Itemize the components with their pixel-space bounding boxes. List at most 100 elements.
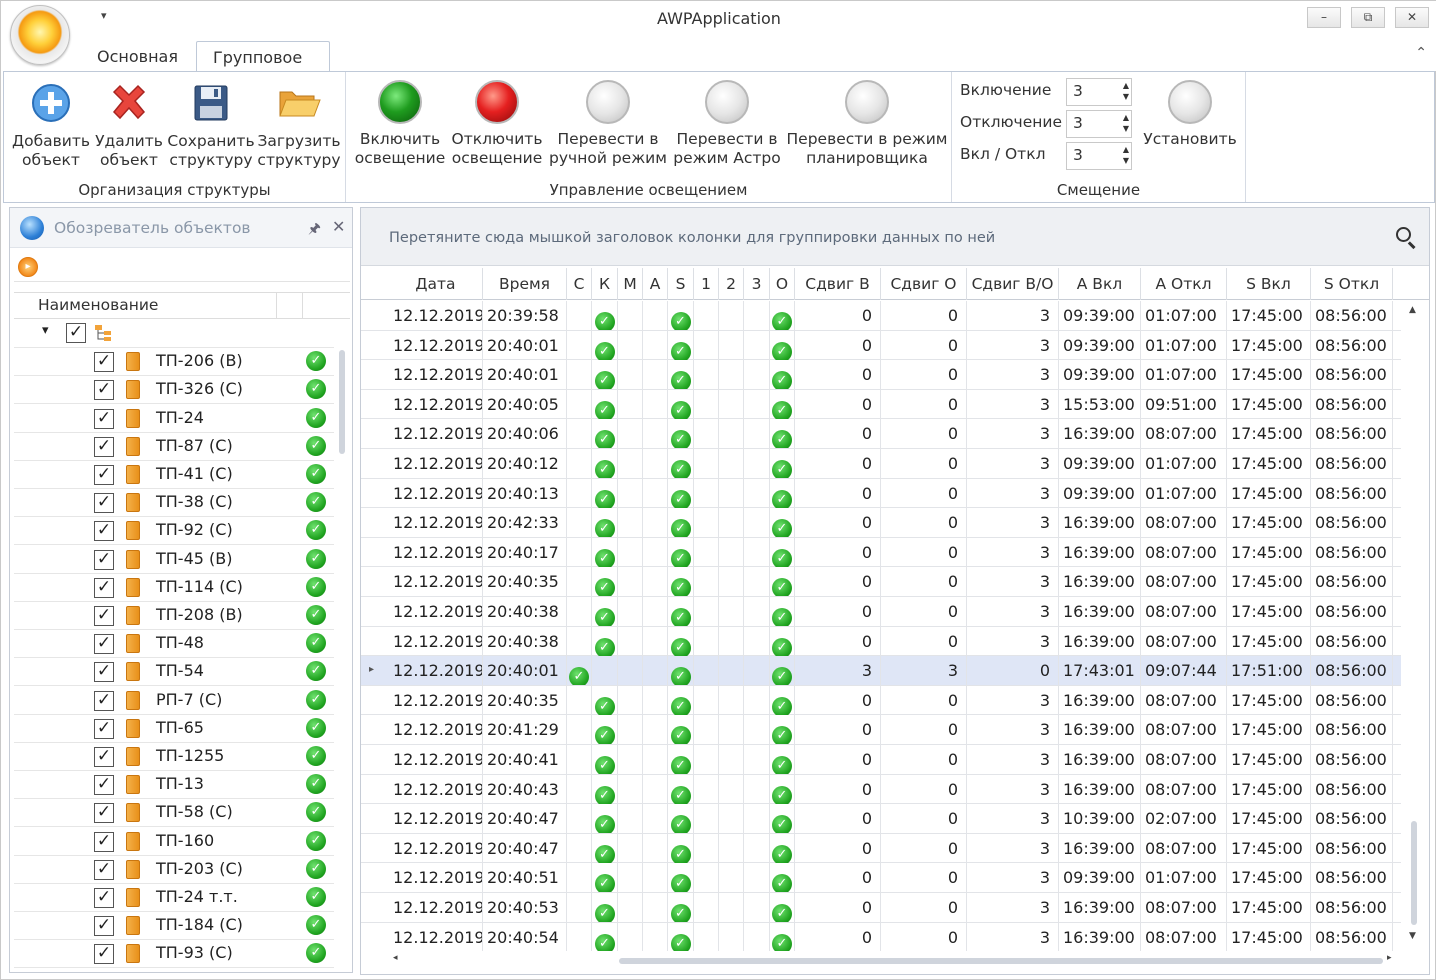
cell-svo[interactable]: 3 bbox=[967, 419, 1059, 449]
tree-item[interactable]: ✓ ТП-87 (С) ✓ bbox=[14, 433, 334, 461]
checkbox[interactable]: ✓ bbox=[94, 577, 114, 598]
cell-flag[interactable] bbox=[694, 922, 719, 951]
cell-aotkl[interactable]: 08:07:00 bbox=[1141, 567, 1227, 597]
cell-so[interactable]: 0 bbox=[881, 419, 967, 449]
cell-time[interactable]: 20:40:01 bbox=[483, 330, 567, 360]
checkbox[interactable]: ✓ bbox=[94, 662, 114, 683]
cell-flag[interactable]: ✓ bbox=[770, 360, 795, 390]
cell-svo[interactable]: 3 bbox=[967, 922, 1059, 951]
cell-flag[interactable] bbox=[567, 597, 592, 626]
cell-flag[interactable] bbox=[719, 508, 744, 538]
scheduler-mode-button[interactable]: Перевести в режим планировщика bbox=[784, 80, 950, 168]
grid-hscroll-thumb[interactable] bbox=[619, 958, 1383, 964]
on-offset-spinner[interactable]: 3 ▲ ▼ bbox=[1066, 78, 1132, 106]
cell-time[interactable]: 20:40:53 bbox=[483, 893, 567, 922]
table-row[interactable]: 12.12.2019 20:42:33 ✓ ✓ ✓ 0 0 3 16:39:00 08:07:00… bbox=[361, 508, 1401, 538]
cell-avkl[interactable]: 16:39:00 bbox=[1059, 597, 1141, 626]
cell-flag[interactable] bbox=[744, 508, 770, 538]
cell-flag[interactable] bbox=[744, 537, 770, 567]
cell-flag[interactable] bbox=[643, 656, 668, 686]
cell-avkl[interactable]: 16:39:00 bbox=[1059, 893, 1141, 922]
cell-flag[interactable] bbox=[694, 863, 719, 893]
cell-flag[interactable] bbox=[719, 774, 744, 804]
cell-svkl[interactable]: 17:45:00 bbox=[1227, 745, 1311, 774]
cell-flag[interactable]: ✓ bbox=[592, 301, 618, 330]
cell-flag[interactable] bbox=[618, 597, 643, 626]
cell-sotkl[interactable]: 08:56:00 bbox=[1311, 301, 1393, 330]
cell-flag[interactable] bbox=[694, 715, 719, 745]
cell-sotkl[interactable]: 08:56:00 bbox=[1311, 863, 1393, 893]
cell-flag[interactable] bbox=[694, 330, 719, 360]
cell-flag[interactable] bbox=[618, 508, 643, 538]
tree-item[interactable]: ✓ ТП-41 (С) ✓ bbox=[14, 461, 334, 489]
cell-time[interactable]: 20:40:43 bbox=[483, 774, 567, 804]
cell-avkl[interactable]: 16:39:00 bbox=[1059, 745, 1141, 774]
cell-flag[interactable]: ✓ bbox=[592, 330, 618, 360]
cell-flag[interactable] bbox=[643, 389, 668, 419]
column-header[interactable]: S bbox=[668, 268, 694, 300]
table-row[interactable]: 12.12.2019 20:40:41 ✓ ✓ ✓ 0 0 3 16:39:00 08:07:00… bbox=[361, 745, 1401, 775]
cell-sv[interactable]: 0 bbox=[795, 597, 881, 626]
cell-avkl[interactable]: 09:39:00 bbox=[1059, 863, 1141, 893]
cell-sv[interactable]: 0 bbox=[795, 715, 881, 745]
cell-so[interactable]: 0 bbox=[881, 863, 967, 893]
cell-sv[interactable]: 0 bbox=[795, 626, 881, 656]
cell-avkl[interactable]: 16:39:00 bbox=[1059, 567, 1141, 597]
cell-flag[interactable] bbox=[567, 508, 592, 538]
cell-flag[interactable] bbox=[719, 804, 744, 834]
column-header[interactable]: А bbox=[643, 268, 668, 300]
cell-svkl[interactable]: 17:45:00 bbox=[1227, 597, 1311, 626]
cell-so[interactable]: 0 bbox=[881, 833, 967, 863]
cell-flag[interactable]: ✓ bbox=[668, 626, 694, 656]
cell-sotkl[interactable]: 08:56:00 bbox=[1311, 893, 1393, 922]
cell-flag[interactable] bbox=[744, 804, 770, 834]
cell-svo[interactable]: 3 bbox=[967, 597, 1059, 626]
cell-flag[interactable] bbox=[744, 449, 770, 478]
cell-flag[interactable]: ✓ bbox=[668, 804, 694, 834]
cell-flag[interactable] bbox=[744, 330, 770, 360]
cell-flag[interactable] bbox=[694, 537, 719, 567]
cell-flag[interactable] bbox=[618, 360, 643, 390]
table-row[interactable]: 12.12.2019 20:40:01 ✓ ✓ ✓ 0 0 3 09:39:00 01:07:00… bbox=[361, 360, 1401, 390]
cell-flag[interactable]: ✓ bbox=[592, 567, 618, 597]
cell-svo[interactable]: 3 bbox=[967, 863, 1059, 893]
table-row[interactable]: 12.12.2019 20:39:58 ✓ ✓ ✓ 0 0 3 09:39:00 01:07:00… bbox=[361, 301, 1401, 331]
cell-time[interactable]: 20:40:51 bbox=[483, 863, 567, 893]
cell-sotkl[interactable]: 08:56:00 bbox=[1311, 715, 1393, 745]
cell-date[interactable]: 12.12.2019 bbox=[389, 419, 483, 449]
cell-aotkl[interactable]: 02:07:00 bbox=[1141, 804, 1227, 834]
cell-flag[interactable] bbox=[567, 685, 592, 715]
cell-sv[interactable]: 0 bbox=[795, 389, 881, 419]
add-object-button[interactable]: Добавить объект bbox=[8, 80, 94, 170]
cell-flag[interactable] bbox=[744, 715, 770, 745]
cell-date[interactable]: 12.12.2019 bbox=[389, 922, 483, 951]
cell-flag[interactable] bbox=[719, 863, 744, 893]
cell-so[interactable]: 0 bbox=[881, 922, 967, 951]
cell-date[interactable]: 12.12.2019 bbox=[389, 656, 483, 686]
cell-so[interactable]: 0 bbox=[881, 745, 967, 774]
cell-svo[interactable]: 3 bbox=[967, 685, 1059, 715]
cell-flag[interactable]: ✓ bbox=[770, 922, 795, 951]
cell-sotkl[interactable]: 08:56:00 bbox=[1311, 774, 1393, 804]
cell-date[interactable]: 12.12.2019 bbox=[389, 478, 483, 508]
cell-flag[interactable] bbox=[694, 804, 719, 834]
column-header[interactable]: А Откл bbox=[1141, 268, 1227, 300]
cell-flag[interactable] bbox=[567, 478, 592, 508]
cell-flag[interactable] bbox=[694, 774, 719, 804]
cell-sotkl[interactable]: 08:56:00 bbox=[1311, 597, 1393, 626]
cell-flag[interactable] bbox=[719, 833, 744, 863]
column-header[interactable]: 2 bbox=[719, 268, 744, 300]
checkbox[interactable]: ✓ bbox=[66, 323, 86, 343]
cell-flag[interactable]: ✓ bbox=[770, 774, 795, 804]
checkbox[interactable]: ✓ bbox=[94, 380, 114, 401]
column-header[interactable]: Сдвиг В/О bbox=[967, 268, 1059, 300]
cell-flag[interactable] bbox=[744, 419, 770, 449]
cell-flag[interactable] bbox=[719, 567, 744, 597]
cell-sv[interactable]: 0 bbox=[795, 863, 881, 893]
cell-flag[interactable] bbox=[618, 330, 643, 360]
cell-flag[interactable] bbox=[567, 419, 592, 449]
cell-aotkl[interactable]: 01:07:00 bbox=[1141, 863, 1227, 893]
cell-sotkl[interactable]: 08:56:00 bbox=[1311, 449, 1393, 478]
cell-flag[interactable]: ✓ bbox=[770, 597, 795, 626]
cell-flag[interactable]: ✓ bbox=[567, 656, 592, 686]
